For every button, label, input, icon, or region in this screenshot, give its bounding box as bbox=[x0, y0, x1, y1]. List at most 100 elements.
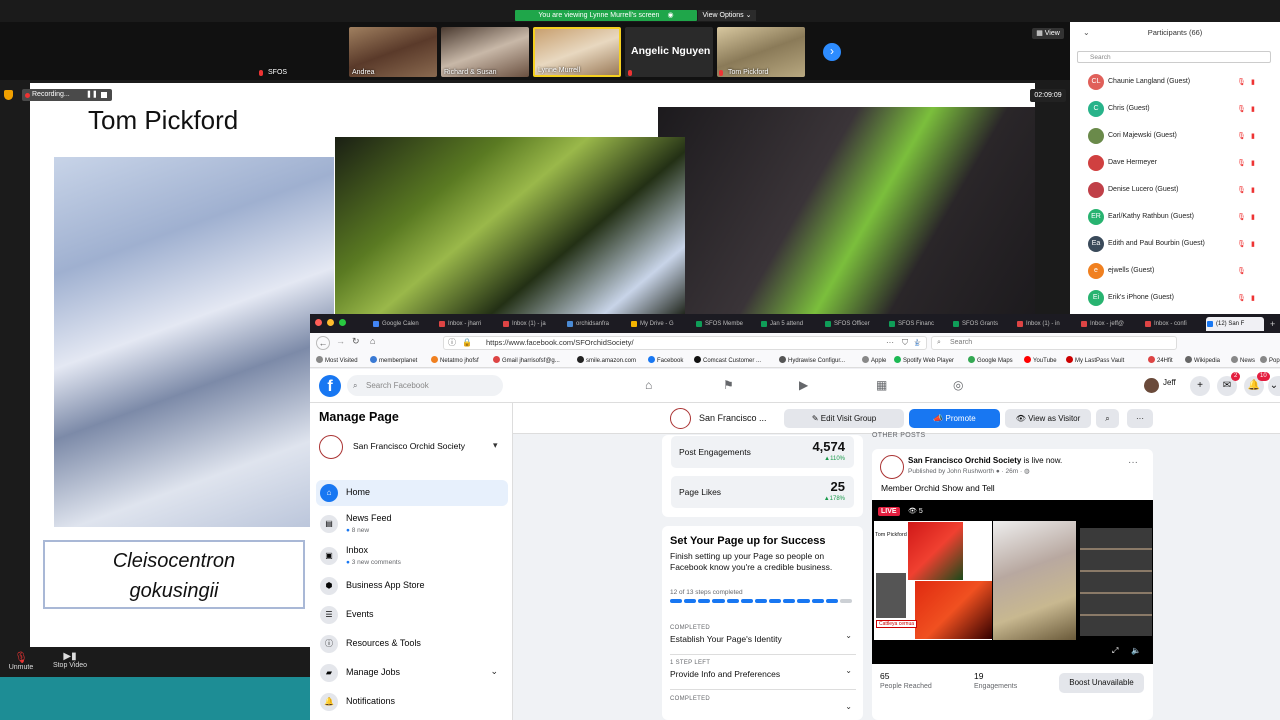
sidebar-item-home[interactable]: ⌂ Home bbox=[316, 480, 508, 506]
sidebar-item-news-feed[interactable]: ▤ News Feed ● 8 new bbox=[316, 511, 508, 537]
browser-tab[interactable]: Inbox (1) - ja bbox=[502, 317, 564, 331]
stat-post-engagements[interactable]: Post Engagements 4,574 ▲110% bbox=[671, 436, 854, 468]
fullscreen-icon[interactable]: ⤢ bbox=[1112, 646, 1118, 656]
browser-tab[interactable]: SFOS Officer bbox=[824, 317, 886, 331]
bookmark-item[interactable]: My LastPass Vault bbox=[1066, 356, 1124, 364]
watch-nav-icon[interactable]: ▶ bbox=[799, 378, 808, 392]
avatar[interactable] bbox=[1144, 378, 1159, 393]
browser-tab[interactable]: Inbox - confi bbox=[1144, 317, 1204, 331]
video-off-icon[interactable]: ▮ bbox=[1251, 105, 1255, 113]
video-tile-sfos[interactable]: SFOS bbox=[257, 27, 345, 77]
bookmark-item[interactable]: Wikipedia bbox=[1185, 356, 1220, 364]
muted-mic-icon[interactable]: 🎙 bbox=[1237, 213, 1246, 221]
muted-mic-icon[interactable]: 🎙 bbox=[1237, 267, 1246, 275]
stop-icon[interactable] bbox=[101, 92, 107, 98]
sidebar-item-events[interactable]: ☰ Events bbox=[316, 602, 508, 628]
post-more-icon[interactable]: ··· bbox=[1128, 457, 1138, 468]
url-bar[interactable]: ⓘ 🔒 https://www.facebook.com/SFOrchidSoc… bbox=[443, 336, 927, 350]
bookmark-item[interactable]: Hydrawise Configur... bbox=[779, 356, 845, 364]
browser-tab[interactable]: (12) San F bbox=[1206, 317, 1264, 331]
setup-step[interactable]: COMPLETED ⌄ bbox=[670, 692, 856, 720]
post-time[interactable]: 26m bbox=[1006, 468, 1019, 475]
stop-video-button[interactable]: ▶▮ Stop Video bbox=[50, 651, 90, 669]
video-off-icon[interactable]: ▮ bbox=[1251, 78, 1255, 86]
chevron-down-icon[interactable]: ⌄ bbox=[490, 666, 498, 677]
video-tile-tom-pickford[interactable]: Tom Pickford bbox=[717, 27, 805, 77]
video-tile-andrea[interactable]: Andrea bbox=[349, 27, 437, 77]
sidebar-item-notifications[interactable]: 🔔 Notifications bbox=[316, 689, 508, 715]
facebook-logo-icon[interactable]: f bbox=[319, 375, 341, 397]
unmute-button[interactable]: 🎙 Unmute bbox=[6, 651, 36, 671]
muted-mic-icon[interactable]: 🎙 bbox=[1237, 132, 1246, 140]
pocket-icon[interactable]: ⛉ bbox=[902, 337, 908, 349]
forward-icon[interactable]: → bbox=[336, 336, 345, 346]
marketplace-nav-icon[interactable]: ▦ bbox=[876, 378, 887, 392]
video-off-icon[interactable]: ▮ bbox=[1251, 159, 1255, 167]
browser-tab[interactable]: My Drive - G bbox=[630, 317, 693, 331]
volume-icon[interactable]: 🔈 bbox=[1131, 646, 1141, 655]
bookmark-item[interactable]: News bbox=[1231, 356, 1255, 364]
view-options-button[interactable]: View Options ⌄ bbox=[698, 10, 756, 21]
more-options-button[interactable]: ··· bbox=[1127, 409, 1153, 428]
bookmark-item[interactable]: Comcast Customer ... bbox=[694, 356, 761, 364]
video-off-icon[interactable]: ▮ bbox=[1251, 294, 1255, 302]
edit-visit-group-button[interactable]: ✎ Edit Visit Group bbox=[784, 409, 904, 428]
browser-tab[interactable]: SFOS Membe bbox=[695, 317, 758, 331]
back-icon[interactable]: ← bbox=[316, 336, 330, 350]
participant-row[interactable]: Cori Majewski (Guest) 🎙 ▮ bbox=[1070, 123, 1280, 150]
muted-mic-icon[interactable]: 🎙 bbox=[1237, 294, 1246, 302]
close-window-icon[interactable] bbox=[315, 319, 322, 326]
participants-search-input[interactable]: Search bbox=[1077, 51, 1271, 63]
bookmark-item[interactable]: Spotify Web Player bbox=[894, 356, 954, 364]
participant-row[interactable]: e ejwells (Guest) 🎙 bbox=[1070, 258, 1280, 285]
sidebar-item-business-app-store[interactable]: ⬢ Business App Store bbox=[316, 573, 508, 599]
search-page-button[interactable]: ⌕ bbox=[1096, 409, 1119, 428]
sidebar-item-inbox[interactable]: ▣ Inbox ● 3 new comments bbox=[316, 543, 508, 569]
user-name[interactable]: Jeff bbox=[1163, 378, 1176, 387]
video-off-icon[interactable]: ▮ bbox=[1251, 186, 1255, 194]
sidebar-item-resources-tools[interactable]: ⓘ Resources & Tools bbox=[316, 631, 508, 657]
participant-row[interactable]: ER Earl/Kathy Rathbun (Guest) 🎙 ▮ bbox=[1070, 204, 1280, 231]
bookmark-item[interactable]: Netatmo jhofsf bbox=[431, 356, 479, 364]
bookmark-item[interactable]: Google Maps bbox=[968, 356, 1013, 364]
browser-tab[interactable]: Inbox (1) - in bbox=[1016, 317, 1078, 331]
view-button[interactable]: ▦ View bbox=[1032, 28, 1064, 39]
participant-row[interactable]: Dave Hermeyer 🎙 ▮ bbox=[1070, 150, 1280, 177]
browser-tab[interactable]: Inbox - jeff@ bbox=[1080, 317, 1142, 331]
sidebar-item-manage-jobs[interactable]: ▰ Manage Jobs ⌄ bbox=[316, 660, 508, 686]
muted-mic-icon[interactable]: 🎙 bbox=[1237, 240, 1246, 248]
bookmark-item[interactable]: Popu bbox=[1260, 356, 1280, 364]
page-selector[interactable]: San Francisco Orchid Society ▾ bbox=[319, 435, 505, 461]
video-tile-richard-susan[interactable]: Richard & Susan bbox=[441, 27, 529, 77]
bookmark-item[interactable]: memberplanet bbox=[370, 356, 417, 364]
reload-icon[interactable]: ↻ bbox=[352, 336, 360, 347]
new-tab-button[interactable]: + bbox=[1268, 317, 1280, 331]
bookmark-item[interactable]: Apple bbox=[862, 356, 886, 364]
browser-tab[interactable]: Jan 5 attend bbox=[760, 317, 822, 331]
bookmark-item[interactable]: Facebook bbox=[648, 356, 683, 364]
muted-mic-icon[interactable]: 🎙 bbox=[1237, 186, 1246, 194]
promote-button[interactable]: 📣 Promote bbox=[909, 409, 1000, 428]
facebook-search-input[interactable]: ⌕ Search Facebook bbox=[347, 375, 503, 396]
participant-row[interactable]: Ei Erik's iPhone (Guest) 🎙 ▮ bbox=[1070, 285, 1280, 312]
stat-page-likes[interactable]: Page Likes 25 ▲178% bbox=[671, 476, 854, 508]
next-page-button[interactable]: › bbox=[823, 43, 841, 61]
create-button[interactable]: + bbox=[1190, 376, 1210, 396]
maximize-window-icon[interactable] bbox=[339, 319, 346, 326]
browser-tab[interactable]: orchidsanfra bbox=[566, 317, 628, 331]
boost-unavailable-button[interactable]: Boost Unavailable bbox=[1059, 673, 1144, 693]
pause-icon[interactable]: ❚❚ bbox=[86, 89, 98, 101]
bookmark-item[interactable]: smile.amazon.com bbox=[577, 356, 636, 364]
download-icon[interactable]: ⤓ bbox=[915, 337, 919, 348]
setup-step[interactable]: COMPLETED Establish Your Page's Identity ⌄ bbox=[670, 621, 856, 655]
video-off-icon[interactable]: ▮ bbox=[1251, 132, 1255, 140]
browser-tab[interactable]: SFOS Financ bbox=[888, 317, 950, 331]
info-icon[interactable]: ⓘ bbox=[448, 337, 456, 349]
setup-step[interactable]: 1 STEP LEFT Provide Info and Preferences ⌄ bbox=[670, 656, 856, 690]
browser-search-input[interactable]: ⌕ Search bbox=[931, 336, 1177, 350]
more-actions-icon[interactable]: ··· bbox=[886, 337, 894, 349]
browser-tab[interactable]: Inbox - jharri bbox=[438, 317, 500, 331]
browser-tab[interactable]: Google Calen bbox=[372, 317, 436, 331]
video-off-icon[interactable]: ▮ bbox=[1251, 213, 1255, 221]
video-tile-lynne-murrell[interactable]: Lynne Murrell bbox=[533, 27, 621, 77]
